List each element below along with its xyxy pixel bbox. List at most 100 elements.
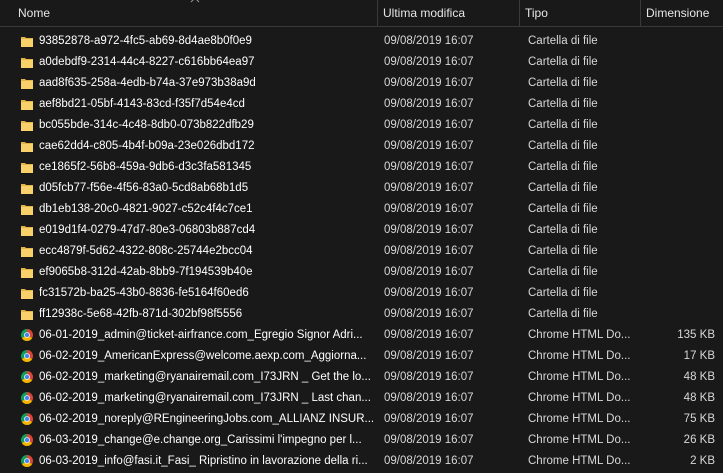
file-row[interactable]: ecc4879f-5d62-4322-808c-25744e2bcc04 09/0… (0, 241, 723, 262)
file-name: db1eb138-20c0-4821-9027-c52c4f4c7ce1 (39, 203, 253, 215)
file-size (641, 178, 715, 199)
file-name: 06-03-2019_info@fasi.it_Fasi_ Ripristino… (39, 455, 368, 467)
chrome-icon (20, 413, 34, 426)
file-type: Cartella di file (528, 224, 598, 236)
file-date: 09/08/2019 16:07 (384, 350, 474, 362)
file-row[interactable]: e019d1f4-0279-47d7-80e3-06803b887cd4 09/0… (0, 220, 723, 241)
file-type: Cartella di file (528, 287, 598, 299)
column-header-size[interactable]: Dimensione (641, 0, 723, 26)
file-date: 09/08/2019 16:07 (384, 98, 474, 110)
folder-icon (21, 79, 33, 89)
file-name: ef9065b8-312d-42ab-8bb9-7f194539b40e (39, 266, 253, 278)
file-size: 17 KB (683, 350, 715, 362)
file-row[interactable]: 06-02-2019_AmericanExpress@welcome.aexp.… (0, 346, 723, 367)
file-name: aef8bd21-05bf-4143-83cd-f35f7d54e4cd (39, 98, 245, 110)
file-name: 06-02-2019_noreply@REngineeringJobs.com_… (39, 413, 373, 425)
file-row[interactable]: 93852878-a972-4fc5-ab69-8d4ae8b0f0e9 09/0… (0, 31, 723, 52)
chrome-icon (20, 350, 34, 363)
file-size (641, 241, 715, 262)
file-row[interactable]: 06-03-2019_info@fasi.it_Fasi_ Ripristino… (0, 451, 723, 472)
file-date: 09/08/2019 16:07 (384, 308, 474, 320)
file-date: 09/08/2019 16:07 (384, 245, 474, 257)
file-type: Chrome HTML Do... (528, 455, 631, 467)
file-type: Cartella di file (528, 245, 598, 257)
file-name: ff12938c-5e68-42fb-871d-302bf98f5556 (39, 308, 243, 320)
file-row[interactable]: 06-02-2019_marketing@ryanairemail.com_I7… (0, 388, 723, 409)
file-size (641, 304, 715, 325)
file-name: bc055bde-314c-4c48-8db0-073b822dfb29 (39, 119, 254, 131)
column-header-date[interactable]: Ultima modifica (378, 0, 520, 26)
folder-icon (21, 142, 33, 152)
file-type: Cartella di file (528, 98, 598, 110)
file-name: 06-03-2019_change@e.change.org_Carissimi… (39, 434, 362, 446)
file-type: Chrome HTML Do... (528, 434, 631, 446)
file-type: Cartella di file (528, 119, 598, 131)
file-name: cae62dd4-c805-4b4f-b09a-23e026dbd172 (39, 140, 255, 152)
file-date: 09/08/2019 16:07 (384, 287, 474, 299)
file-size (641, 220, 715, 241)
file-row[interactable]: aef8bd21-05bf-4143-83cd-f35f7d54e4cd 09/0… (0, 94, 723, 115)
file-size (641, 94, 715, 115)
file-type: Cartella di file (528, 56, 598, 68)
folder-icon (21, 163, 33, 173)
file-size (641, 262, 715, 283)
file-name: 06-01-2019_admin@ticket-airfrance.com_Eg… (39, 329, 363, 341)
file-type: Cartella di file (528, 182, 598, 194)
chrome-icon (20, 371, 34, 384)
chrome-icon (20, 392, 34, 405)
file-size (641, 31, 715, 52)
file-type: Cartella di file (528, 308, 598, 320)
folder-icon (21, 58, 33, 68)
file-date: 09/08/2019 16:07 (384, 56, 474, 68)
file-date: 09/08/2019 16:07 (384, 371, 474, 383)
file-row[interactable]: d05fcb77-f56e-4f56-83a0-5cd8ab68b1d5 09/0… (0, 178, 723, 199)
file-size (641, 283, 715, 304)
file-date: 09/08/2019 16:07 (384, 434, 474, 446)
file-list: 93852878-a972-4fc5-ab69-8d4ae8b0f0e9 09/0… (0, 31, 723, 472)
file-name: 06-02-2019_AmericanExpress@welcome.aexp.… (39, 350, 367, 362)
file-type: Cartella di file (528, 140, 598, 152)
folder-icon (21, 310, 33, 320)
file-name: aad8f635-258a-4edb-b74a-37e973b38a9d (39, 77, 256, 89)
file-row[interactable]: 06-01-2019_admin@ticket-airfrance.com_Eg… (0, 325, 723, 346)
file-row[interactable]: 06-03-2019_change@e.change.org_Carissimi… (0, 430, 723, 451)
file-name: 06-02-2019_marketing@ryanairemail.com_I7… (39, 371, 371, 383)
file-date: 09/08/2019 16:07 (384, 455, 474, 467)
folder-icon (21, 226, 33, 236)
chrome-icon (20, 455, 34, 468)
file-type: Chrome HTML Do... (528, 329, 631, 341)
file-size (641, 157, 715, 178)
file-row[interactable]: ef9065b8-312d-42ab-8bb9-7f194539b40e 09/0… (0, 262, 723, 283)
file-date: 09/08/2019 16:07 (384, 161, 474, 173)
chrome-icon (20, 329, 34, 342)
file-size: 26 KB (683, 434, 715, 446)
file-row[interactable]: 06-02-2019_marketing@ryanairemail.com_I7… (0, 367, 723, 388)
file-row[interactable]: cae62dd4-c805-4b4f-b09a-23e026dbd172 09/0… (0, 136, 723, 157)
file-date: 09/08/2019 16:07 (384, 413, 474, 425)
file-date: 09/08/2019 16:07 (384, 119, 474, 131)
file-row[interactable]: 06-02-2019_noreply@REngineeringJobs.com_… (0, 409, 723, 430)
file-size (641, 115, 715, 136)
column-header-bar: Nome Ultima modifica Tipo Dimensione (0, 0, 723, 27)
file-row[interactable]: a0debdf9-2314-44c4-8227-c616bb64ea97 09/0… (0, 52, 723, 73)
file-size: 135 KB (677, 329, 715, 341)
file-row[interactable]: ce1865f2-56b8-459a-9db6-d3c3fa581345 09/0… (0, 157, 723, 178)
file-type: Chrome HTML Do... (528, 392, 631, 404)
file-name: e019d1f4-0279-47d7-80e3-06803b887cd4 (39, 224, 256, 236)
file-date: 09/08/2019 16:07 (384, 392, 474, 404)
column-header-type[interactable]: Tipo (520, 0, 641, 26)
file-row[interactable]: aad8f635-258a-4edb-b74a-37e973b38a9d 09/0… (0, 73, 723, 94)
file-date: 09/08/2019 16:07 (384, 77, 474, 89)
file-name: ce1865f2-56b8-459a-9db6-d3c3fa581345 (39, 161, 252, 173)
file-row[interactable]: db1eb138-20c0-4821-9027-c52c4f4c7ce1 09/0… (0, 199, 723, 220)
file-name: a0debdf9-2314-44c4-8227-c616bb64ea97 (39, 56, 255, 68)
file-size: 2 KB (690, 455, 715, 467)
file-type: Cartella di file (528, 266, 598, 278)
folder-icon (21, 100, 33, 110)
file-row[interactable]: bc055bde-314c-4c48-8db0-073b822dfb29 09/0… (0, 115, 723, 136)
file-type: Cartella di file (528, 35, 598, 47)
file-row[interactable]: ff12938c-5e68-42fb-871d-302bf98f5556 09/0… (0, 304, 723, 325)
file-row[interactable]: fc31572b-ba25-43b0-8836-fe5164f60ed6 09/0… (0, 283, 723, 304)
file-size: 48 KB (683, 371, 715, 383)
file-size (641, 199, 715, 220)
